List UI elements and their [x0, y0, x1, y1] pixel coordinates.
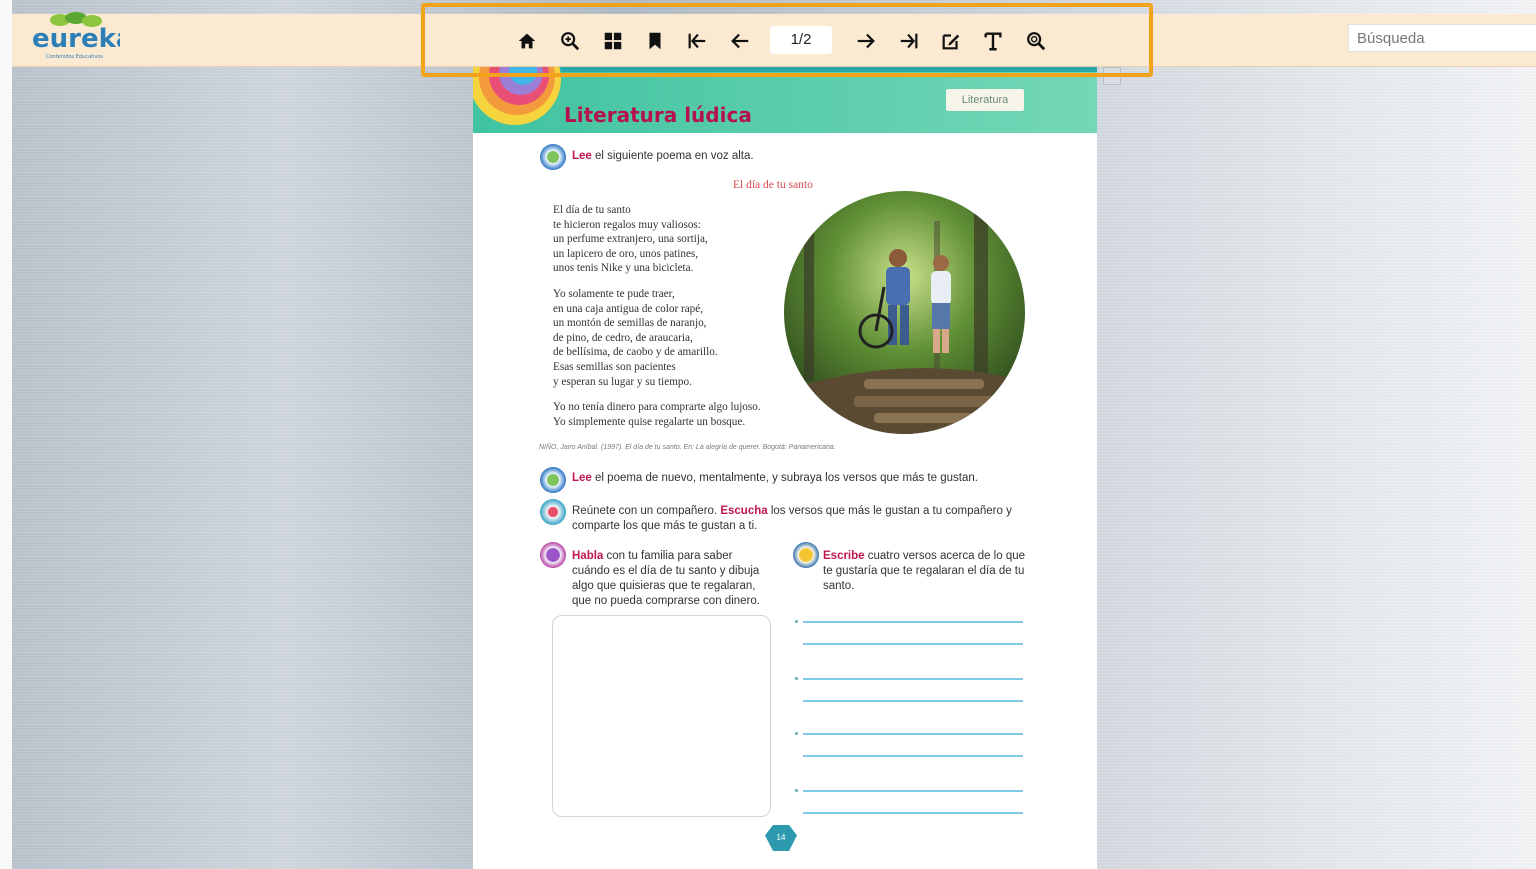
poem-stanza-2: Yo solamente te pude traer, en una caja …	[553, 288, 718, 388]
instruction-talk: Habla con tu familia para saber cuándo e…	[572, 550, 760, 607]
eureka-logo[interactable]: eureka Contenidos Educativos	[30, 12, 133, 62]
drawing-area[interactable]	[552, 615, 771, 817]
instruction-read-again: Lee el poema de nuevo, mentalmente, y su…	[572, 472, 978, 484]
writing-line[interactable]	[803, 621, 1023, 623]
instruction-read-aloud: Lee el siguiente poema en voz alta.	[572, 150, 754, 162]
svg-text:Contenidos Educativos: Contenidos Educativos	[46, 54, 103, 60]
writing-line[interactable]	[803, 733, 1023, 735]
writing-line[interactable]	[803, 643, 1023, 645]
poem-stanza-1: El día de tu santo te hicieron regalos m…	[553, 204, 708, 275]
writing-line[interactable]	[803, 790, 1023, 792]
instruction-listen: Reúnete con un compañero. Escucha los ve…	[572, 505, 1012, 532]
read-activity-icon	[540, 144, 566, 170]
svg-text:eureka: eureka	[32, 24, 120, 54]
line-bullet	[795, 732, 798, 735]
poem-stanza-3: Yo no tenía dinero para comprarte algo l…	[553, 401, 761, 428]
poem-title: El día de tu santo	[733, 179, 813, 191]
writing-line[interactable]	[803, 700, 1023, 702]
search-input[interactable]	[1348, 24, 1536, 52]
listen-activity-icon	[540, 499, 566, 525]
speak-activity-icon	[540, 542, 566, 568]
section-title: Literatura lúdica	[564, 103, 752, 127]
writing-line[interactable]	[803, 812, 1023, 814]
read-activity-icon	[540, 467, 566, 493]
writing-line[interactable]	[803, 755, 1023, 757]
toolbar-highlight	[421, 3, 1153, 77]
poem-citation: NIÑO, Jairo Aníbal. (1997). El día de tu…	[539, 444, 836, 451]
line-bullet	[795, 789, 798, 792]
forest-photo	[784, 191, 1025, 434]
book-page: Literatura lúdica Literatura Lee el sigu…	[473, 67, 1097, 869]
page-number-badge: 14	[765, 825, 797, 851]
line-bullet	[795, 677, 798, 680]
writing-line[interactable]	[803, 678, 1023, 680]
write-activity-icon	[793, 542, 819, 568]
line-bullet	[795, 620, 798, 623]
instruction-write: Escribe cuatro versos acerca de lo que t…	[823, 550, 1026, 592]
section-tag: Literatura	[946, 89, 1024, 111]
